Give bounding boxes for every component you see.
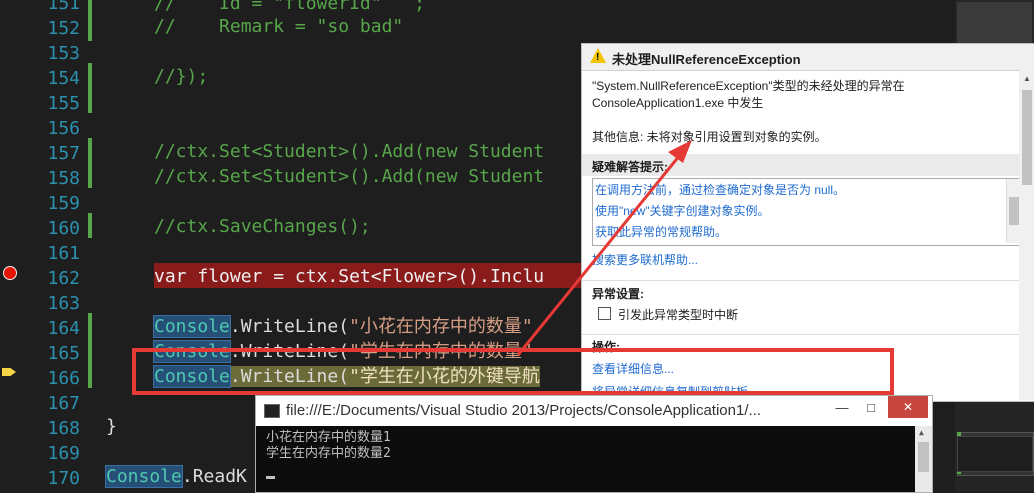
line-number: 167 [47,393,80,414]
line-number: 158 [47,168,80,189]
change-bar [88,138,92,188]
change-bar [88,63,92,88]
comment: //}); [154,66,209,87]
tip-link[interactable]: 使用"new"关键字创建对象实例。 [595,202,770,219]
code-line-158[interactable]: //ctx.Set<Student>().Add(new Student [154,164,544,189]
exception-settings-header [582,280,1034,281]
break-checkbox-label: 引发此异常类型时中断 [618,308,739,322]
line-number: 161 [47,243,80,264]
console-output-line: 学生在内存中的数量2 [266,446,391,461]
line-number: 162 [47,268,80,289]
line-number: 168 [47,418,80,439]
minimize-button[interactable]: — [830,400,854,415]
exception-title-bar: ! 未处理NullReferenceException [582,44,1034,71]
console-scrollbar[interactable]: ▲ [915,426,932,492]
line-number: 155 [47,93,80,114]
code-text: } [106,416,117,437]
tips-list[interactable]: 在调用方法前，通过检查确定对象是否为 null。 使用"new"关键字创建对象实… [592,178,1024,246]
console-window[interactable]: file:///E:/Documents/Visual Studio 2013/… [255,395,933,493]
keyword: var [154,266,187,287]
scroll-thumb[interactable] [1022,90,1032,185]
tip-link[interactable]: 获取此异常的常规帮助。 [595,223,727,240]
line-number: 170 [47,468,80,489]
console-app-icon [264,404,280,418]
code-text: .WriteLine( [229,316,350,337]
line-number: 153 [47,43,80,64]
exception-message-line: "System.NullReferenceException"类型的未经处理的异… [592,79,905,93]
console-title: file:///E:/Documents/Visual Studio 2013/… [286,402,761,419]
warning-icon-mark: ! [596,52,600,63]
line-number: 160 [47,218,80,239]
maximize-button[interactable]: □ [859,400,883,415]
change-bar [88,88,92,113]
scroll-up-icon[interactable]: ▲ [919,428,924,437]
code-line-154[interactable]: //}); [154,64,208,89]
code-line-170[interactable]: Console.ReadK [105,464,247,489]
code-line-152[interactable]: // Remark = "so bad" [154,14,403,39]
line-number: 165 [47,343,80,364]
exception-settings-title: 异常设置: [592,287,644,301]
break-checkbox[interactable] [598,307,611,320]
line-number: 166 [47,368,80,389]
line-number: 156 [47,118,80,139]
comment: //ctx.Set<Student>().Add(new Student [154,141,545,162]
comment: // Id = "flowerId" ; [154,0,425,14]
troubleshooting-title: 疑难解答提示: [592,160,668,174]
code-line-160[interactable]: //ctx.SaveChanges(); [154,214,371,239]
code-text: .ReadK [181,466,247,487]
actions-header [582,334,1034,335]
change-bar [88,313,92,388]
line-number: 163 [47,293,80,314]
comment: //ctx.SaveChanges(); [154,216,371,237]
scroll-thumb[interactable] [918,442,929,472]
close-button[interactable]: ✕ [888,396,928,418]
class-name: Console [153,315,231,338]
line-number: 151 [47,0,80,14]
console-output-line: 小花在内存中的数量1 [266,430,391,445]
exception-message: "System.NullReferenceException"类型的未经处理的异… [592,78,905,112]
code-line-168[interactable]: } [106,414,117,439]
additional-info: 其他信息: 未将对象引用设置到对象的实例。 [592,130,827,144]
class-name: Console [105,465,183,488]
line-number: 154 [47,68,80,89]
exception-scrollbar[interactable]: ▲ [1019,70,1034,400]
console-title-bar[interactable]: file:///E:/Documents/Visual Studio 2013/… [256,396,932,426]
highlight-rectangle [132,348,894,395]
scroll-up-icon[interactable]: ▲ [1023,74,1031,83]
change-bar [88,0,92,41]
line-number: 169 [47,443,80,464]
comment: //ctx.Set<Student>().Add(new Student [154,166,545,187]
exception-title: 未处理NullReferenceException [612,52,801,67]
code-line-164[interactable]: Console.WriteLine("小花在内存中的数量" [153,314,533,339]
code-line-157[interactable]: //ctx.Set<Student>().Add(new Student [154,139,544,164]
line-number: 164 [47,318,80,339]
comment: // Remark = "so bad" [154,16,404,37]
line-number: 152 [47,18,80,39]
minimap-preview [957,436,1033,472]
exception-message-line: ConsoleApplication1.exe 中发生 [592,96,764,110]
tip-link[interactable]: 在调用方法前，通过检查确定对象是否为 null。 [595,181,845,198]
code-line-162[interactable]: var flower = ctx.Set<Flower>().Inclu [154,264,544,289]
console-cursor [266,476,275,479]
breakpoint-icon[interactable] [3,266,17,280]
change-bar [88,213,92,238]
search-online-link[interactable]: 搜索更多联机帮助... [592,251,698,268]
line-number: 157 [47,143,80,164]
string-literal: "小花在内存中的数量" [349,316,533,337]
line-number: 159 [47,193,80,214]
code-text: flower = ctx.Set<Flower>().Inclu [186,266,545,287]
